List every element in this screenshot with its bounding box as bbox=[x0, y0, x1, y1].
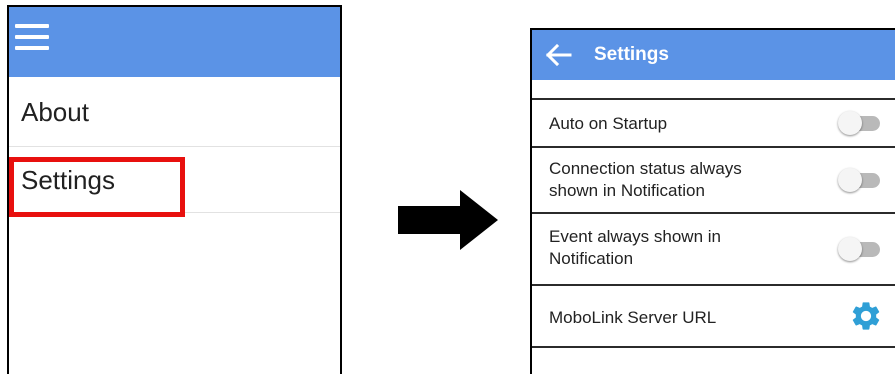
hamburger-line bbox=[15, 46, 49, 50]
menu-item-settings[interactable]: Settings bbox=[9, 147, 340, 213]
setting-event-notification[interactable]: Event always shown in Notification bbox=[532, 212, 895, 284]
app-screen-menu: About Settings bbox=[7, 5, 342, 374]
setting-label: Event always shown in Notification bbox=[549, 226, 721, 270]
setting-server-url[interactable]: MoboLink Server URL bbox=[532, 284, 895, 348]
setting-label-line: Notification bbox=[549, 249, 634, 268]
list-top-spacer bbox=[532, 80, 895, 98]
menu-item-about[interactable]: About bbox=[9, 77, 340, 147]
gear-icon[interactable] bbox=[849, 299, 883, 333]
back-arrow-icon[interactable] bbox=[544, 43, 572, 67]
setting-label-line: Event always shown in bbox=[549, 227, 721, 246]
hamburger-line bbox=[15, 24, 49, 28]
setting-label: MoboLink Server URL bbox=[549, 308, 717, 327]
setting-connection-status[interactable]: Connection status always shown in Notifi… bbox=[532, 146, 895, 212]
setting-label: Auto on Startup bbox=[549, 114, 668, 133]
setting-label-line: shown in Notification bbox=[549, 181, 705, 200]
right-arrow-icon bbox=[398, 190, 498, 250]
toggle-thumb bbox=[838, 111, 862, 135]
setting-label: Connection status always shown in Notifi… bbox=[549, 158, 742, 202]
toggle-thumb bbox=[838, 168, 862, 192]
app-bar bbox=[9, 7, 340, 77]
toggle-switch[interactable] bbox=[838, 111, 882, 135]
settings-list: Auto on Startup Connection status always… bbox=[532, 80, 895, 348]
toggle-thumb bbox=[838, 237, 862, 261]
hamburger-menu-icon[interactable] bbox=[15, 24, 49, 50]
setting-auto-on-startup[interactable]: Auto on Startup bbox=[532, 98, 895, 146]
app-bar: Settings bbox=[532, 30, 895, 80]
toggle-switch[interactable] bbox=[838, 168, 882, 192]
page-title: Settings bbox=[594, 44, 669, 65]
app-screen-settings: Settings Auto on Startup Connection stat… bbox=[530, 28, 895, 374]
toggle-switch[interactable] bbox=[838, 237, 882, 261]
hamburger-line bbox=[15, 35, 49, 39]
setting-label-line: Connection status always bbox=[549, 159, 742, 178]
